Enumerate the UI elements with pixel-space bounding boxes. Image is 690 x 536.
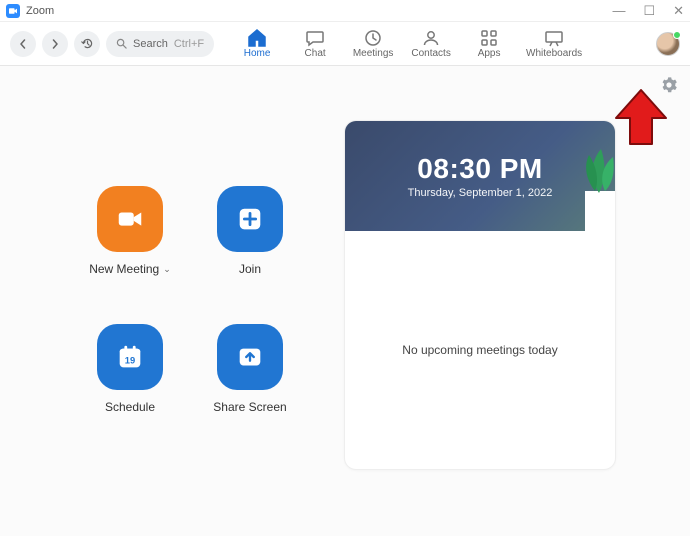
search-icon	[116, 38, 127, 49]
top-toolbar: Search Ctrl+F Home Chat Meetings Conta	[0, 22, 690, 66]
settings-button[interactable]	[660, 76, 678, 94]
action-schedule: 19 Schedule	[70, 324, 190, 414]
main-content: New Meeting ⌄ Join 19 Schedule	[0, 66, 690, 536]
home-icon	[247, 29, 267, 47]
upcoming-meetings-body: No upcoming meetings today	[345, 231, 615, 469]
quick-actions-grid: New Meeting ⌄ Join 19 Schedule	[70, 186, 310, 414]
join-button[interactable]	[217, 186, 283, 252]
tab-label: Contacts	[411, 48, 450, 59]
new-meeting-dropdown[interactable]: New Meeting ⌄	[89, 262, 171, 276]
tab-apps[interactable]: Apps	[460, 29, 518, 59]
action-new-meeting: New Meeting ⌄	[70, 186, 190, 276]
contacts-icon	[421, 29, 441, 47]
gear-icon	[660, 76, 678, 94]
title-bar: Zoom — ☐ ✕	[0, 0, 690, 22]
chevron-down-icon: ⌄	[163, 264, 171, 275]
nav-tabs: Home Chat Meetings Contacts Apps	[228, 29, 590, 59]
chat-icon	[305, 29, 325, 47]
upcoming-card: 08:30 PM Thursday, September 1, 2022 No …	[344, 120, 616, 470]
no-meetings-text: No upcoming meetings today	[402, 343, 557, 357]
share-screen-button[interactable]	[217, 324, 283, 390]
profile-avatar[interactable]	[656, 32, 680, 56]
window-title: Zoom	[26, 5, 54, 17]
presence-indicator	[673, 31, 681, 39]
new-meeting-button[interactable]	[97, 186, 163, 252]
share-screen-icon	[235, 342, 265, 372]
current-time: 08:30 PM	[417, 153, 542, 185]
chevron-left-icon	[18, 39, 28, 49]
tab-label: Meetings	[353, 48, 394, 59]
tab-label: Whiteboards	[526, 48, 582, 59]
meetings-icon	[363, 29, 383, 47]
minimize-button[interactable]: —	[612, 4, 625, 17]
action-join: Join	[190, 186, 310, 276]
annotation-arrow	[614, 88, 668, 153]
plant-decoration-icon	[549, 121, 615, 231]
tab-whiteboards[interactable]: Whiteboards	[518, 29, 590, 59]
chevron-right-icon	[50, 39, 60, 49]
tab-label: Chat	[305, 48, 326, 59]
nav-back-button[interactable]	[10, 31, 36, 57]
nav-forward-button[interactable]	[42, 31, 68, 57]
action-label-text: Schedule	[105, 400, 155, 414]
schedule-button[interactable]: 19	[97, 324, 163, 390]
action-label-text: Share Screen	[213, 400, 286, 414]
current-date: Thursday, September 1, 2022	[408, 187, 553, 199]
card-hero: 08:30 PM Thursday, September 1, 2022	[345, 121, 615, 231]
action-label-text: Join	[239, 262, 261, 276]
tab-meetings[interactable]: Meetings	[344, 29, 402, 59]
tab-chat[interactable]: Chat	[286, 29, 344, 59]
video-icon	[115, 204, 145, 234]
search-input[interactable]: Search Ctrl+F	[106, 31, 214, 57]
search-shortcut: Ctrl+F	[174, 38, 204, 50]
tab-contacts[interactable]: Contacts	[402, 29, 460, 59]
calendar-icon: 19	[115, 342, 145, 372]
action-share-screen: Share Screen	[190, 324, 310, 414]
apps-icon	[479, 29, 499, 47]
whiteboards-icon	[544, 29, 564, 47]
history-button[interactable]	[74, 31, 100, 57]
svg-text:19: 19	[125, 356, 135, 366]
action-label-text: New Meeting	[89, 262, 159, 276]
tab-home[interactable]: Home	[228, 29, 286, 59]
zoom-logo-icon	[6, 4, 20, 18]
tab-label: Home	[244, 48, 271, 59]
history-icon	[81, 37, 94, 50]
close-button[interactable]: ✕	[673, 4, 684, 17]
maximize-button[interactable]: ☐	[643, 4, 655, 17]
plus-icon	[235, 204, 265, 234]
tab-label: Apps	[478, 48, 501, 59]
search-label: Search	[133, 38, 168, 50]
